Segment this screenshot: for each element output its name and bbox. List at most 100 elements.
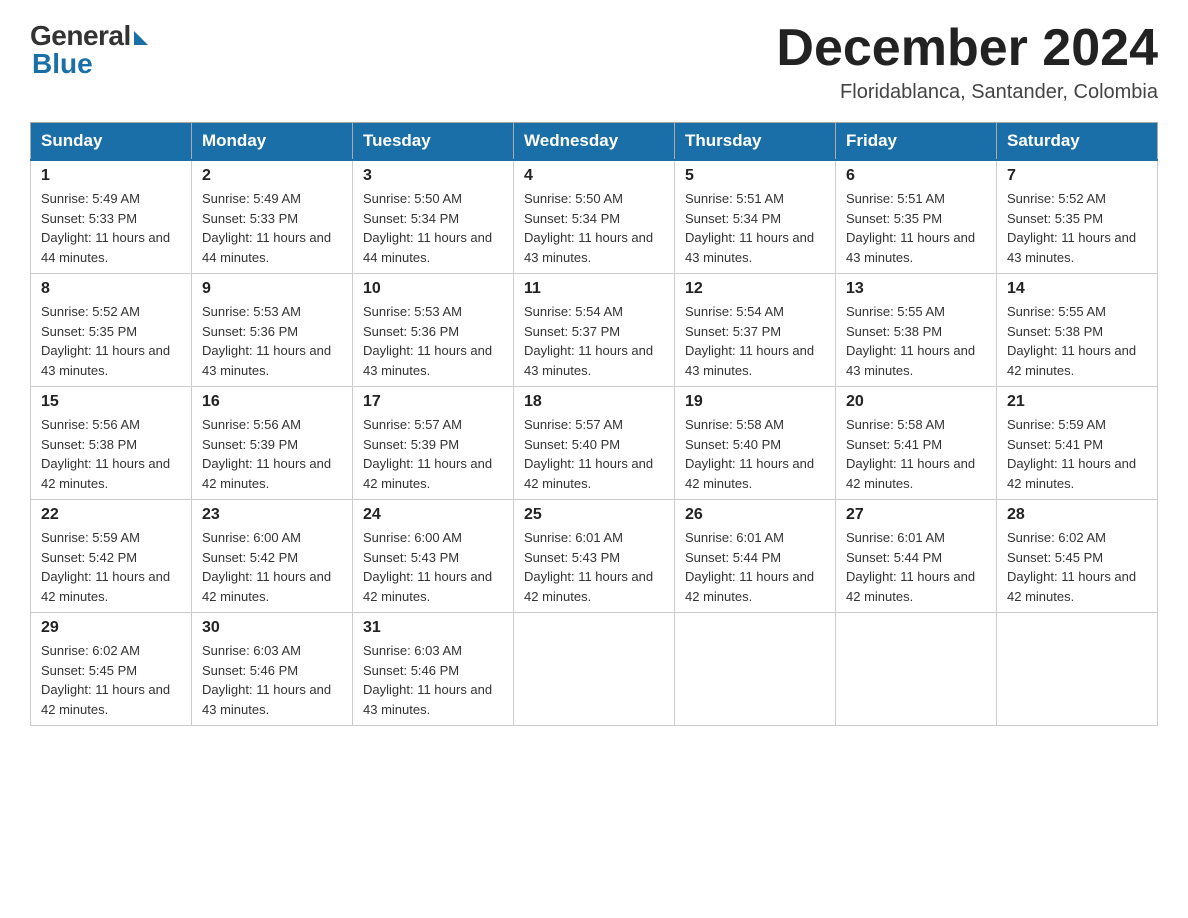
table-row: 28 Sunrise: 6:02 AMSunset: 5:45 PMDaylig… [997,500,1158,613]
day-number: 27 [846,506,986,524]
day-number: 25 [524,506,664,524]
day-info: Sunrise: 6:03 AMSunset: 5:46 PMDaylight:… [202,643,331,717]
table-row: 12 Sunrise: 5:54 AMSunset: 5:37 PMDaylig… [675,274,836,387]
table-row: 17 Sunrise: 5:57 AMSunset: 5:39 PMDaylig… [353,387,514,500]
table-row: 16 Sunrise: 5:56 AMSunset: 5:39 PMDaylig… [192,387,353,500]
day-number: 9 [202,280,342,298]
day-number: 7 [1007,167,1147,185]
table-row: 19 Sunrise: 5:58 AMSunset: 5:40 PMDaylig… [675,387,836,500]
day-number: 2 [202,167,342,185]
day-number: 15 [41,393,181,411]
table-row: 22 Sunrise: 5:59 AMSunset: 5:42 PMDaylig… [31,500,192,613]
day-number: 16 [202,393,342,411]
day-number: 8 [41,280,181,298]
table-row: 3 Sunrise: 5:50 AMSunset: 5:34 PMDayligh… [353,160,514,274]
day-number: 23 [202,506,342,524]
logo: General Blue [30,20,148,80]
day-number: 14 [1007,280,1147,298]
month-title: December 2024 [776,20,1158,77]
day-info: Sunrise: 5:58 AMSunset: 5:40 PMDaylight:… [685,417,814,491]
day-number: 20 [846,393,986,411]
day-info: Sunrise: 5:52 AMSunset: 5:35 PMDaylight:… [41,304,170,378]
calendar-week-row: 29 Sunrise: 6:02 AMSunset: 5:45 PMDaylig… [31,613,1158,726]
table-row: 21 Sunrise: 5:59 AMSunset: 5:41 PMDaylig… [997,387,1158,500]
table-row: 10 Sunrise: 5:53 AMSunset: 5:36 PMDaylig… [353,274,514,387]
title-section: December 2024 Floridablanca, Santander, … [776,20,1158,104]
page-header: General Blue December 2024 Floridablanca… [30,20,1158,104]
table-row: 26 Sunrise: 6:01 AMSunset: 5:44 PMDaylig… [675,500,836,613]
day-info: Sunrise: 5:51 AMSunset: 5:35 PMDaylight:… [846,191,975,265]
day-info: Sunrise: 5:59 AMSunset: 5:41 PMDaylight:… [1007,417,1136,491]
table-row [836,613,997,726]
day-number: 3 [363,167,503,185]
day-number: 24 [363,506,503,524]
table-row: 11 Sunrise: 5:54 AMSunset: 5:37 PMDaylig… [514,274,675,387]
col-wednesday: Wednesday [514,123,675,161]
day-number: 13 [846,280,986,298]
day-info: Sunrise: 5:56 AMSunset: 5:39 PMDaylight:… [202,417,331,491]
day-number: 30 [202,619,342,637]
day-number: 17 [363,393,503,411]
day-number: 5 [685,167,825,185]
day-info: Sunrise: 5:50 AMSunset: 5:34 PMDaylight:… [363,191,492,265]
day-info: Sunrise: 5:53 AMSunset: 5:36 PMDaylight:… [363,304,492,378]
day-info: Sunrise: 6:01 AMSunset: 5:43 PMDaylight:… [524,530,653,604]
day-info: Sunrise: 5:54 AMSunset: 5:37 PMDaylight:… [524,304,653,378]
day-info: Sunrise: 5:57 AMSunset: 5:39 PMDaylight:… [363,417,492,491]
calendar-week-row: 1 Sunrise: 5:49 AMSunset: 5:33 PMDayligh… [31,160,1158,274]
table-row: 9 Sunrise: 5:53 AMSunset: 5:36 PMDayligh… [192,274,353,387]
day-info: Sunrise: 5:59 AMSunset: 5:42 PMDaylight:… [41,530,170,604]
day-info: Sunrise: 6:03 AMSunset: 5:46 PMDaylight:… [363,643,492,717]
day-info: Sunrise: 6:01 AMSunset: 5:44 PMDaylight:… [846,530,975,604]
table-row: 25 Sunrise: 6:01 AMSunset: 5:43 PMDaylig… [514,500,675,613]
day-number: 22 [41,506,181,524]
col-saturday: Saturday [997,123,1158,161]
table-row: 14 Sunrise: 5:55 AMSunset: 5:38 PMDaylig… [997,274,1158,387]
col-thursday: Thursday [675,123,836,161]
day-number: 31 [363,619,503,637]
day-number: 12 [685,280,825,298]
day-info: Sunrise: 5:49 AMSunset: 5:33 PMDaylight:… [202,191,331,265]
calendar-header-row: Sunday Monday Tuesday Wednesday Thursday… [31,123,1158,161]
day-info: Sunrise: 5:49 AMSunset: 5:33 PMDaylight:… [41,191,170,265]
day-info: Sunrise: 5:54 AMSunset: 5:37 PMDaylight:… [685,304,814,378]
day-info: Sunrise: 5:50 AMSunset: 5:34 PMDaylight:… [524,191,653,265]
day-number: 11 [524,280,664,298]
day-info: Sunrise: 5:56 AMSunset: 5:38 PMDaylight:… [41,417,170,491]
table-row [997,613,1158,726]
table-row: 24 Sunrise: 6:00 AMSunset: 5:43 PMDaylig… [353,500,514,613]
calendar-table: Sunday Monday Tuesday Wednesday Thursday… [30,122,1158,726]
table-row: 1 Sunrise: 5:49 AMSunset: 5:33 PMDayligh… [31,160,192,274]
day-number: 19 [685,393,825,411]
day-info: Sunrise: 5:53 AMSunset: 5:36 PMDaylight:… [202,304,331,378]
logo-triangle-icon [134,31,148,45]
table-row: 18 Sunrise: 5:57 AMSunset: 5:40 PMDaylig… [514,387,675,500]
col-monday: Monday [192,123,353,161]
table-row [675,613,836,726]
table-row [514,613,675,726]
col-friday: Friday [836,123,997,161]
table-row: 4 Sunrise: 5:50 AMSunset: 5:34 PMDayligh… [514,160,675,274]
table-row: 8 Sunrise: 5:52 AMSunset: 5:35 PMDayligh… [31,274,192,387]
logo-blue-text: Blue [30,48,93,80]
day-number: 26 [685,506,825,524]
day-number: 6 [846,167,986,185]
day-info: Sunrise: 5:55 AMSunset: 5:38 PMDaylight:… [846,304,975,378]
table-row: 15 Sunrise: 5:56 AMSunset: 5:38 PMDaylig… [31,387,192,500]
day-info: Sunrise: 5:55 AMSunset: 5:38 PMDaylight:… [1007,304,1136,378]
col-tuesday: Tuesday [353,123,514,161]
table-row: 5 Sunrise: 5:51 AMSunset: 5:34 PMDayligh… [675,160,836,274]
day-info: Sunrise: 5:51 AMSunset: 5:34 PMDaylight:… [685,191,814,265]
location-subtitle: Floridablanca, Santander, Colombia [776,81,1158,104]
day-info: Sunrise: 5:52 AMSunset: 5:35 PMDaylight:… [1007,191,1136,265]
table-row: 23 Sunrise: 6:00 AMSunset: 5:42 PMDaylig… [192,500,353,613]
day-info: Sunrise: 5:58 AMSunset: 5:41 PMDaylight:… [846,417,975,491]
day-info: Sunrise: 5:57 AMSunset: 5:40 PMDaylight:… [524,417,653,491]
day-info: Sunrise: 6:01 AMSunset: 5:44 PMDaylight:… [685,530,814,604]
day-number: 4 [524,167,664,185]
calendar-week-row: 8 Sunrise: 5:52 AMSunset: 5:35 PMDayligh… [31,274,1158,387]
day-number: 1 [41,167,181,185]
day-info: Sunrise: 6:00 AMSunset: 5:42 PMDaylight:… [202,530,331,604]
table-row: 2 Sunrise: 5:49 AMSunset: 5:33 PMDayligh… [192,160,353,274]
table-row: 13 Sunrise: 5:55 AMSunset: 5:38 PMDaylig… [836,274,997,387]
